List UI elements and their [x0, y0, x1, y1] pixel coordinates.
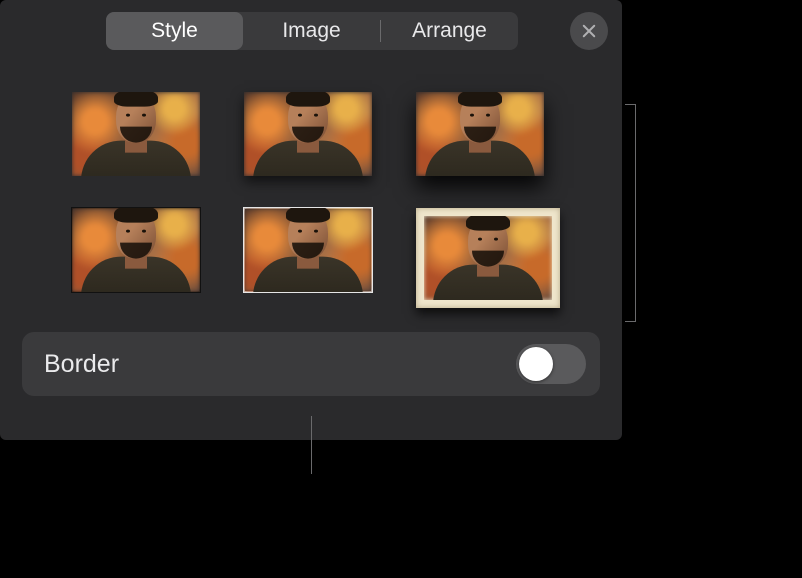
border-label: Border: [44, 350, 119, 379]
border-toggle[interactable]: [516, 344, 586, 384]
switch-knob: [519, 347, 553, 381]
format-panel: Style Image Arrange Bor: [0, 0, 622, 440]
style-preset-shadow-strong[interactable]: [416, 92, 544, 176]
style-preset-photo-frame[interactable]: [416, 208, 560, 308]
segmented-control: Style Image Arrange: [106, 12, 518, 50]
border-row: Border: [22, 332, 600, 396]
tab-arrange[interactable]: Arrange: [381, 12, 518, 50]
tabbar: Style Image Arrange: [0, 0, 622, 50]
tab-style[interactable]: Style: [106, 12, 243, 50]
style-preset-none[interactable]: [72, 92, 200, 176]
style-presets-grid: [0, 50, 622, 332]
close-button[interactable]: [570, 12, 608, 50]
style-preset-frame-white[interactable]: [244, 208, 372, 292]
close-icon: [580, 22, 598, 40]
style-preset-shadow-soft[interactable]: [244, 92, 372, 176]
callout-bracket-styles: [624, 104, 636, 322]
tab-image[interactable]: Image: [243, 12, 380, 50]
callout-line-border: [311, 416, 312, 474]
style-preset-frame-black[interactable]: [72, 208, 200, 292]
